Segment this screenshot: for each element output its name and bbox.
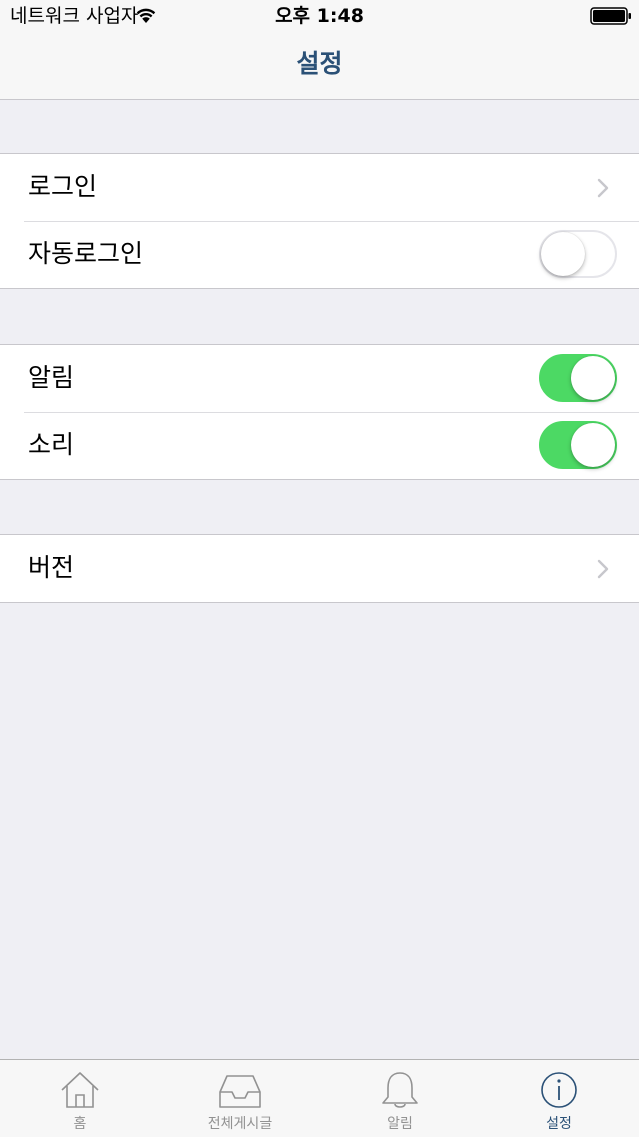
tab-notifications[interactable]: 알림 <box>320 1060 480 1137</box>
switch-knob <box>571 423 615 467</box>
auto-login-cell: 자동로그인 <box>0 221 639 288</box>
battery-icon <box>590 7 631 25</box>
tab-all-posts-label: 전체게시글 <box>207 1116 273 1132</box>
settings-group-about: 버전 <box>0 534 639 603</box>
chevron-right-icon <box>597 178 609 198</box>
version-cell[interactable]: 버전 <box>0 535 639 602</box>
status-time: 오후 1:48 <box>275 5 364 27</box>
auto-login-label: 자동로그인 <box>28 239 144 268</box>
settings-group-notifications: 알림 소리 <box>0 344 639 480</box>
auto-login-switch[interactable] <box>539 230 617 278</box>
status-bar: 네트워크 사업자 오후 1:48 <box>0 0 639 32</box>
login-label: 로그인 <box>28 172 98 201</box>
sound-cell: 소리 <box>0 412 639 479</box>
sound-switch[interactable] <box>539 421 617 469</box>
info-icon <box>541 1072 577 1108</box>
tab-settings-label: 설정 <box>546 1116 572 1132</box>
notification-cell: 알림 <box>0 345 639 412</box>
tab-home[interactable]: 홈 <box>0 1060 160 1137</box>
notification-label: 알림 <box>28 363 75 392</box>
tab-home-label: 홈 <box>73 1116 87 1132</box>
login-cell[interactable]: 로그인 <box>0 154 639 221</box>
navigation-bar: 설정 <box>0 32 639 100</box>
home-icon <box>61 1072 99 1108</box>
page-title: 설정 <box>296 49 343 78</box>
sound-label: 소리 <box>28 430 75 459</box>
notification-switch[interactable] <box>539 354 617 402</box>
tab-bar: 홈 전체게시글 알림 설정 <box>0 1059 639 1137</box>
inbox-tray-icon <box>219 1075 261 1108</box>
version-label: 버전 <box>28 553 75 582</box>
chevron-right-icon <box>597 559 609 579</box>
settings-group-account: 로그인 자동로그인 <box>0 153 639 289</box>
bell-icon <box>382 1072 418 1108</box>
switch-knob <box>541 232 585 276</box>
tab-all-posts[interactable]: 전체게시글 <box>160 1060 320 1137</box>
switch-knob <box>571 356 615 400</box>
tab-notifications-label: 알림 <box>387 1116 413 1132</box>
tab-settings[interactable]: 설정 <box>479 1060 639 1137</box>
